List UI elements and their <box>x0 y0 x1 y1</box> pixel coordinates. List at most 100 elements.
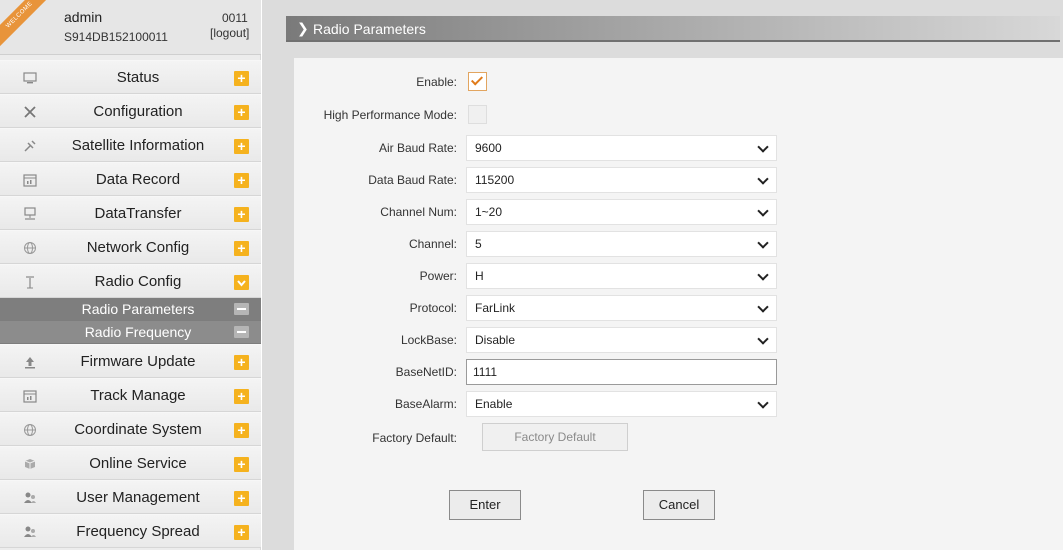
collapse-icon[interactable] <box>234 275 249 290</box>
enable-checkbox[interactable] <box>468 72 487 91</box>
channel-num-select[interactable]: 1~20 <box>466 199 777 225</box>
sidebar-item-label: Frequency Spread <box>76 523 200 540</box>
data-baud-row: Data Baud Rate: 115200 <box>294 167 1063 193</box>
sidebar-item-track-manage[interactable]: Track Manage + <box>0 378 261 412</box>
main-content: ❯ Radio Parameters Enable: High Performa… <box>262 0 1063 550</box>
expand-icon[interactable]: + <box>234 71 249 86</box>
high-performance-checkbox[interactable] <box>468 105 487 124</box>
sidebar-item-configuration[interactable]: Configuration + <box>0 94 261 128</box>
monitor-icon <box>22 70 38 86</box>
submenu-item-radio-parameters[interactable]: Radio Parameters <box>0 298 261 321</box>
air-baud-value: 9600 <box>475 141 502 155</box>
sidebar-item-firmware-update[interactable]: Firmware Update + <box>0 344 261 378</box>
upload-icon <box>22 354 38 370</box>
sidebar-item-frequency-spread[interactable]: Frequency Spread + <box>0 514 261 548</box>
satellite-icon <box>22 138 38 154</box>
sidebar-item-datatransfer[interactable]: DataTransfer + <box>0 196 261 230</box>
sidebar-item-label: Configuration <box>93 103 183 120</box>
power-label: Power: <box>419 269 457 283</box>
air-baud-label: Air Baud Rate: <box>378 141 457 155</box>
radio-parameters-form: Enable: High Performance Mode: Air Baud … <box>294 58 1063 550</box>
protocol-select[interactable]: FarLink <box>466 295 777 321</box>
device-serial: S914DB152100011 <box>64 30 168 44</box>
chevron-down-icon <box>757 333 769 345</box>
expand-icon[interactable]: + <box>234 525 249 540</box>
sidebar-item-user-management[interactable]: User Management + <box>0 480 261 514</box>
sidebar-item-online-service[interactable]: Online Service + <box>0 446 261 480</box>
logout-link[interactable]: [logout] <box>210 26 249 40</box>
enable-label: Enable: <box>416 75 457 89</box>
basenetid-input[interactable] <box>467 360 776 384</box>
basealarm-select[interactable]: Enable <box>466 391 777 417</box>
expand-icon[interactable]: + <box>234 389 249 404</box>
basealarm-value: Enable <box>475 397 513 411</box>
expand-icon[interactable]: + <box>234 355 249 370</box>
data-baud-select[interactable]: 115200 <box>466 167 777 193</box>
channel-num-row: Channel Num: 1~20 <box>294 199 1063 225</box>
lockbase-label: LockBase: <box>400 333 457 347</box>
channel-row: Channel: 5 <box>294 231 1063 257</box>
lockbase-select[interactable]: Disable <box>466 327 777 353</box>
expand-icon[interactable]: + <box>234 207 249 222</box>
sidebar-item-radio-config[interactable]: Radio Config <box>0 264 261 298</box>
sidebar-item-label: Status <box>116 69 160 86</box>
power-value: H <box>475 269 484 283</box>
minus-icon <box>234 326 249 338</box>
sidebar-item-label: Radio Config <box>94 273 182 290</box>
chevron-down-icon <box>757 237 769 249</box>
sidebar-item-label: DataTransfer <box>94 205 182 222</box>
sidebar-item-coordinate-system[interactable]: Coordinate System + <box>0 412 261 446</box>
sidebar-item-label: Online Service <box>89 455 187 472</box>
factory-default-label: Factory Default: <box>372 431 457 445</box>
protocol-label: Protocol: <box>409 301 457 315</box>
channel-value: 5 <box>475 237 482 251</box>
sidebar-item-satellite-information[interactable]: Satellite Information + <box>0 128 261 162</box>
expand-icon[interactable]: + <box>234 173 249 188</box>
air-baud-select[interactable]: 9600 <box>466 135 777 161</box>
expand-icon[interactable]: + <box>234 457 249 472</box>
expand-icon[interactable]: + <box>234 241 249 256</box>
channel-num-value: 1~20 <box>475 205 503 219</box>
chevron-down-icon <box>757 205 769 217</box>
chevron-down-icon <box>757 301 769 313</box>
submenu-item-radio-frequency[interactable]: Radio Frequency <box>0 321 261 344</box>
welcome-label: WELCOME <box>0 0 51 47</box>
chevron-down-icon <box>757 397 769 409</box>
expand-icon[interactable]: + <box>234 139 249 154</box>
air-baud-row: Air Baud Rate: 9600 <box>294 135 1063 161</box>
sidebar-item-label: Firmware Update <box>80 353 196 370</box>
lockbase-row: LockBase: Disable <box>294 327 1063 353</box>
sidebar-item-label: Network Config <box>86 239 190 256</box>
sidebar-item-label: User Management <box>76 489 200 506</box>
expand-icon[interactable]: + <box>234 423 249 438</box>
factory-default-button[interactable]: Factory Default <box>482 423 628 451</box>
data-baud-label: Data Baud Rate: <box>368 173 457 187</box>
cancel-button[interactable]: Cancel <box>643 490 715 520</box>
enter-button[interactable]: Enter <box>449 490 521 520</box>
globe-icon <box>22 422 38 438</box>
antenna-icon <box>22 274 38 290</box>
expand-icon[interactable]: + <box>234 105 249 120</box>
power-select[interactable]: H <box>466 263 777 289</box>
sidebar-item-status[interactable]: Status + <box>0 60 261 94</box>
sidebar: WELCOME admin S914DB152100011 0011 [logo… <box>0 0 261 550</box>
basealarm-row: BaseAlarm: Enable <box>294 391 1063 417</box>
sidebar-item-network-config[interactable]: Network Config + <box>0 230 261 264</box>
tools-icon <box>22 104 38 120</box>
calendar-icon <box>22 172 38 188</box>
sidebar-menu: Status + Configuration + Satellite Infor… <box>0 60 261 548</box>
user-box: WELCOME admin S914DB152100011 0011 [logo… <box>0 0 261 55</box>
channel-select[interactable]: 5 <box>466 231 777 257</box>
page-title: Radio Parameters <box>313 21 426 37</box>
expand-icon[interactable]: + <box>234 491 249 506</box>
sidebar-item-data-record[interactable]: Data Record + <box>0 162 261 196</box>
sidebar-item-label: Data Record <box>95 171 181 188</box>
high-performance-label: High Performance Mode: <box>323 108 457 122</box>
sidebar-item-label: Coordinate System <box>74 421 202 438</box>
welcome-ribbon: WELCOME <box>0 0 56 56</box>
sidebar-item-label: Track Manage <box>90 387 186 404</box>
submenu-item-label: Radio Parameters <box>81 301 195 317</box>
chevron-right-icon: ❯ <box>297 20 309 36</box>
basenetid-row: BaseNetID: <box>294 359 1063 385</box>
channel-num-label: Channel Num: <box>380 205 457 219</box>
